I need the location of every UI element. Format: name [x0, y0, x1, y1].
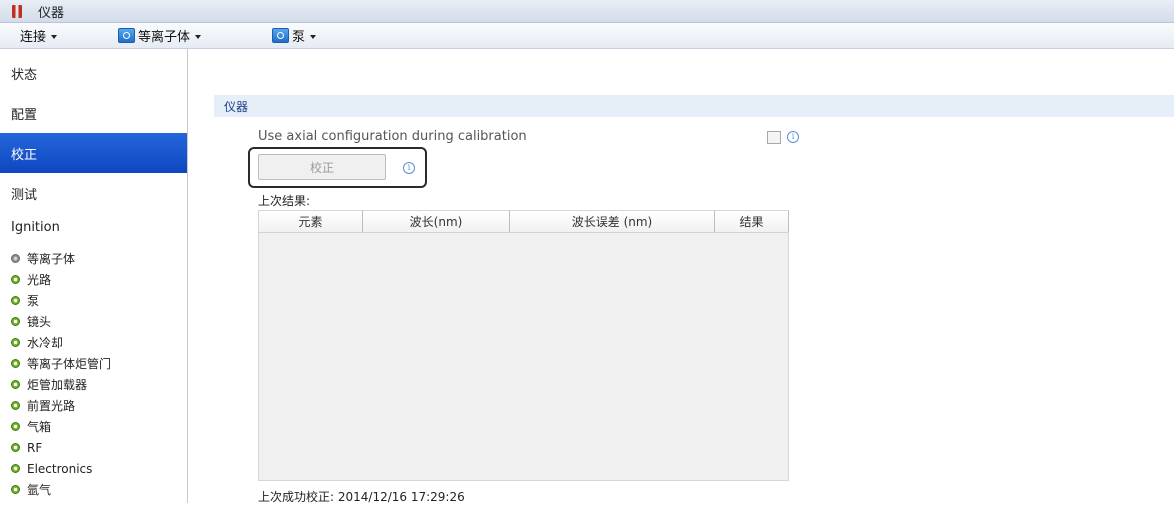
- status-item-label: 镜头: [27, 315, 52, 329]
- status-item-label: 等离子体: [27, 252, 76, 266]
- status-item-optics: 光路: [0, 269, 51, 290]
- last-success-line: 上次成功校正: 2014/12/16 17:29:26: [258, 488, 465, 505]
- column-header-element[interactable]: 元素: [259, 211, 363, 232]
- last-result-label: 上次结果:: [258, 194, 311, 208]
- status-indicator-icon: [11, 464, 20, 473]
- status-item-lens: 镜头: [0, 311, 51, 332]
- menu-connect-label: 连接: [20, 30, 47, 45]
- instrument-icon: [12, 4, 22, 18]
- status-item-label: 炬管加载器: [27, 378, 88, 392]
- status-item-torch-loader: 炬管加载器: [0, 374, 87, 395]
- info-icon[interactable]: i: [787, 131, 799, 143]
- plasma-icon: [118, 28, 135, 43]
- status-item-gas-box: 气箱: [0, 416, 51, 437]
- chevron-down-icon: [195, 34, 202, 39]
- status-item-label: RF: [27, 440, 43, 455]
- instrument-section-header: 仪器: [214, 95, 1174, 117]
- main-content: 仪器 Use axial configuration during calibr…: [188, 49, 1174, 505]
- status-indicator-icon: [11, 296, 20, 305]
- menu-plasma[interactable]: 等离子体: [118, 23, 202, 48]
- status-item-electronics: Electronics: [0, 458, 92, 479]
- axial-config-label: Use axial configuration during calibrati…: [258, 129, 527, 144]
- status-indicator-icon: [11, 359, 20, 368]
- sidebar-item-label: 状态: [11, 67, 38, 83]
- status-indicator-icon: [11, 317, 20, 326]
- chevron-down-icon: [51, 34, 58, 39]
- menu-pump[interactable]: 泵: [272, 23, 317, 48]
- status-indicator-icon: [11, 401, 20, 410]
- sidebar-item-label: 校正: [11, 147, 38, 163]
- status-item-water-cooling: 水冷却: [0, 332, 63, 353]
- menu-bar: 连接 等离子体 泵: [0, 23, 1174, 49]
- status-item-label: 泵: [27, 294, 40, 308]
- sidebar-item-label: 测试: [11, 187, 38, 203]
- sidebar-item-test[interactable]: 测试: [0, 173, 187, 213]
- sidebar-item-label: 配置: [11, 107, 38, 123]
- chevron-down-icon: [310, 34, 317, 39]
- status-item-label: 等离子体炬管门: [27, 357, 112, 371]
- status-indicator-icon: [11, 380, 20, 389]
- column-header-result[interactable]: 结果: [715, 211, 789, 232]
- sidebar: 状态 配置 校正 测试 Ignition 等离子体 光路 泵 镜头 水冷却 等离…: [0, 49, 188, 503]
- status-indicator-icon: [11, 338, 20, 347]
- calibrate-button[interactable]: 校正: [258, 154, 386, 180]
- status-item-label: 光路: [27, 273, 52, 287]
- menu-plasma-label: 等离子体: [138, 30, 191, 45]
- status-item-fore-optics: 前置光路: [0, 395, 75, 416]
- status-item-rf: RF: [0, 437, 42, 458]
- pump-icon: [272, 28, 289, 43]
- status-indicator-icon: [11, 443, 20, 452]
- sidebar-item-config[interactable]: 配置: [0, 93, 187, 133]
- last-success-time: 2014/12/16 17:29:26: [337, 490, 465, 504]
- status-indicator-icon: [11, 485, 20, 494]
- table-header: 元素 波长(nm) 波长误差 (nm) 结果: [259, 211, 789, 233]
- status-indicator-icon: [11, 422, 20, 431]
- menu-connect[interactable]: 连接: [20, 23, 58, 48]
- status-item-torch-door: 等离子体炬管门: [0, 353, 111, 374]
- status-item-argon: 氩气: [0, 479, 51, 500]
- status-item-label: 水冷却: [27, 336, 64, 350]
- info-icon[interactable]: i: [403, 162, 415, 174]
- sidebar-item-status[interactable]: 状态: [0, 53, 187, 93]
- status-item-plasma: 等离子体: [0, 248, 75, 269]
- sidebar-item-calibrate[interactable]: 校正: [0, 133, 187, 173]
- menu-pump-label: 泵: [292, 30, 306, 45]
- window-title: 仪器: [38, 5, 65, 21]
- status-item-label: Electronics: [27, 461, 93, 476]
- column-header-wavelength-error[interactable]: 波长误差 (nm): [510, 211, 715, 232]
- column-header-wavelength[interactable]: 波长(nm): [363, 211, 510, 232]
- status-item-pump: 泵: [0, 290, 39, 311]
- last-success-label: 上次成功校正:: [258, 490, 335, 504]
- status-indicator-icon: [11, 275, 20, 284]
- ignition-section-title: Ignition: [11, 220, 60, 235]
- title-bar: 仪器: [0, 0, 1174, 23]
- axial-config-checkbox[interactable]: [767, 131, 781, 144]
- status-item-label: 前置光路: [27, 399, 76, 413]
- status-item-label: 氩气: [27, 483, 52, 497]
- results-table: 元素 波长(nm) 波长误差 (nm) 结果: [258, 210, 789, 481]
- status-indicator-icon: [11, 254, 20, 263]
- status-item-label: 气箱: [27, 420, 52, 434]
